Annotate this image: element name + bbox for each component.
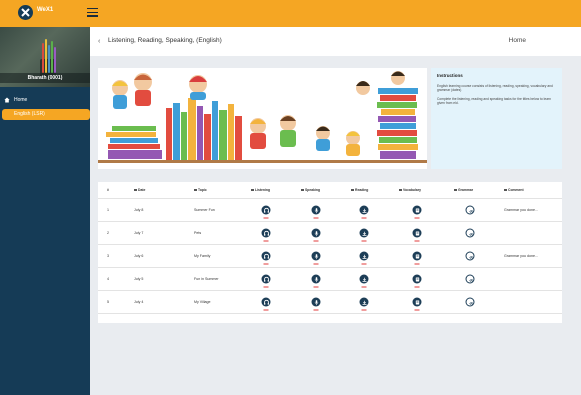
row-topic: My Village	[194, 300, 211, 304]
row-date: July 6	[134, 254, 144, 258]
headphones-icon[interactable]	[261, 228, 271, 242]
reading-icon[interactable]	[359, 274, 369, 288]
sidebar-item-english[interactable]: English (LSR)	[2, 109, 90, 120]
reading-icon[interactable]	[359, 251, 369, 265]
row-date: July 5	[134, 277, 144, 281]
profile-name: Bharath (0001)	[0, 73, 90, 83]
row-comment: Grammar you done...	[504, 254, 538, 258]
sidebar-item-home[interactable]: Home	[4, 95, 27, 105]
microphone-icon[interactable]	[311, 297, 321, 311]
headphones-icon[interactable]	[261, 205, 271, 219]
headphones-icon[interactable]	[261, 297, 271, 311]
breadcrumb[interactable]: Home	[509, 37, 526, 44]
grammar-icon[interactable]	[465, 297, 475, 307]
col-speaking[interactable]: Speaking	[301, 188, 320, 192]
instructions-text-2: Complete the listening, reading and spea…	[437, 96, 551, 106]
book-icon[interactable]	[412, 205, 422, 219]
table-row: 5 July 4 My Village	[98, 291, 562, 314]
book-icon[interactable]	[412, 297, 422, 311]
sidebar-item-label: Home	[14, 97, 28, 103]
book-icon[interactable]	[412, 228, 422, 242]
col-comment[interactable]: Comment	[504, 188, 524, 192]
row-num: 3	[107, 254, 109, 258]
table-header: # Date Topic Listening Speaking Reading …	[98, 182, 562, 199]
row-date: July 8	[134, 208, 144, 212]
sidebar: Bharath (0001) Home English (LSR)	[0, 27, 90, 395]
reading-icon[interactable]	[359, 228, 369, 242]
row-date: July 4	[134, 300, 144, 304]
microphone-icon[interactable]	[311, 228, 321, 242]
chevron-left-icon[interactable]: ‹	[98, 38, 100, 45]
book-icon[interactable]	[412, 274, 422, 288]
row-topic: Summer Fun	[194, 208, 215, 212]
microphone-icon[interactable]	[311, 251, 321, 265]
row-num: 4	[107, 277, 109, 281]
row-topic: My Family	[194, 254, 211, 258]
book-icon[interactable]	[412, 251, 422, 265]
col-topic[interactable]: Topic	[194, 188, 207, 192]
x-logo-icon[interactable]	[18, 5, 33, 20]
table-row: 1 July 8 Summer Fun Grammar you done...	[98, 199, 562, 222]
row-num: 5	[107, 300, 109, 304]
hamburger-menu-icon[interactable]	[87, 8, 98, 17]
row-topic: Pets	[194, 231, 202, 235]
row-num: 2	[107, 231, 109, 235]
reading-icon[interactable]	[359, 297, 369, 311]
col-num: #	[107, 188, 109, 192]
instructions-title: Instructions	[437, 73, 463, 78]
brand-name: WeX1	[37, 7, 54, 13]
grammar-icon[interactable]	[465, 228, 475, 238]
row-comment: Grammar you done...	[504, 208, 538, 212]
row-topic: Fun in Summer	[194, 277, 219, 281]
col-date[interactable]: Date	[134, 188, 145, 192]
page-title: Listening, Reading, Speaking, (English)	[108, 37, 222, 44]
instructions-panel: Instructions English learning course con…	[431, 68, 562, 169]
headphones-icon[interactable]	[261, 274, 271, 288]
home-icon	[4, 97, 10, 103]
grammar-icon[interactable]	[465, 205, 475, 215]
row-date: July 7	[134, 231, 144, 235]
grammar-icon[interactable]	[465, 274, 475, 284]
col-grammar[interactable]: Grammar	[454, 188, 473, 192]
profile-banner: Bharath (0001)	[0, 27, 90, 87]
microphone-icon[interactable]	[311, 274, 321, 288]
top-bar: WeX1	[0, 0, 581, 27]
col-listening[interactable]: Listening	[251, 188, 270, 192]
microphone-icon[interactable]	[311, 205, 321, 219]
page-header: ‹ Listening, Reading, Speaking, (English…	[90, 27, 581, 56]
col-vocabulary[interactable]: Vocabulary	[399, 188, 421, 192]
kids-reading-illustration	[98, 68, 427, 169]
instructions-text-1: English learning course consists of list…	[437, 84, 553, 93]
table-row: 4 July 5 Fun in Summer	[98, 268, 562, 291]
reading-icon[interactable]	[359, 205, 369, 219]
grammar-icon[interactable]	[465, 251, 475, 261]
lessons-table: # Date Topic Listening Speaking Reading …	[98, 182, 562, 323]
col-reading[interactable]: Reading	[351, 188, 368, 192]
row-num: 1	[107, 208, 109, 212]
table-row: 3 July 6 My Family Grammar you done...	[98, 245, 562, 268]
headphones-icon[interactable]	[261, 251, 271, 265]
table-row: 2 July 7 Pets	[98, 222, 562, 245]
